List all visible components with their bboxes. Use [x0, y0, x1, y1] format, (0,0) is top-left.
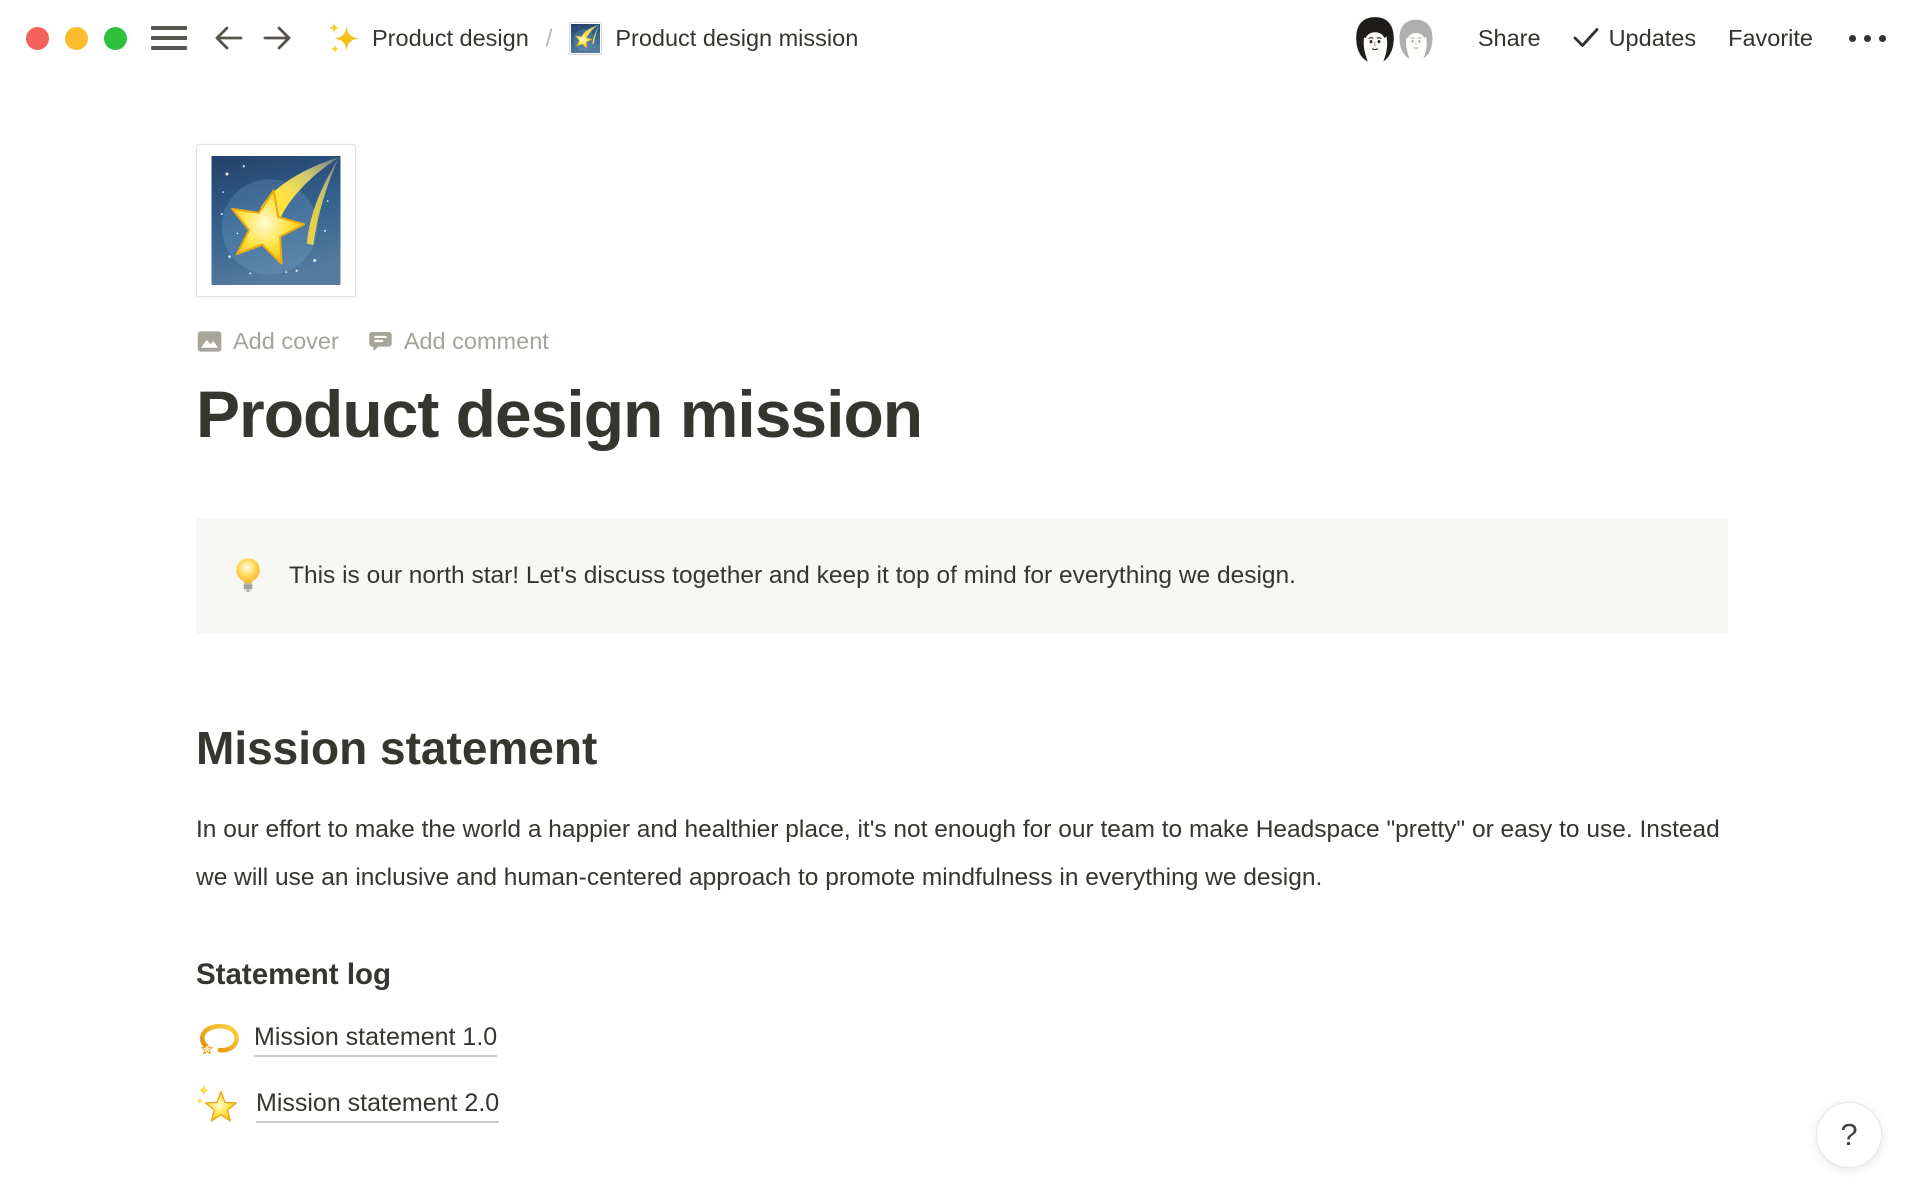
- page-link[interactable]: Mission statement 2.0: [256, 1089, 499, 1123]
- add-cover-button[interactable]: Add cover: [196, 328, 339, 355]
- page-meta-actions: Add cover Add comment: [196, 324, 1728, 358]
- statement-log-list: Mission statement 1.0 Mission statement …: [196, 1015, 1728, 1131]
- page-content: Add cover Add comment Product design mis…: [196, 144, 1728, 1131]
- checkmark-icon: [1573, 27, 1599, 49]
- mission-statement-heading[interactable]: Mission statement: [196, 720, 1728, 776]
- breadcrumb: Product design / Product design mission: [327, 20, 858, 57]
- light-bulb-icon: [234, 557, 262, 595]
- updates-button[interactable]: Updates: [1573, 25, 1697, 52]
- favorite-button[interactable]: Favorite: [1728, 25, 1813, 52]
- list-item: Mission statement 2.0: [196, 1081, 1728, 1131]
- page-title[interactable]: Product design mission: [196, 374, 1728, 454]
- close-window-button[interactable]: [26, 27, 49, 50]
- image-icon: [196, 328, 223, 355]
- breadcrumb-parent-link[interactable]: Product design: [372, 25, 529, 52]
- collaborator-avatars[interactable]: [1350, 12, 1444, 64]
- mission-statement-body[interactable]: In our effort to make the world a happie…: [196, 806, 1728, 901]
- breadcrumb-separator: /: [542, 25, 557, 52]
- page-link[interactable]: Mission statement 1.0: [254, 1023, 497, 1057]
- window-controls: [26, 27, 127, 50]
- glowing-star-emoji-icon: [196, 1083, 242, 1129]
- dizzy-emoji-icon: [196, 1017, 240, 1063]
- minimize-window-button[interactable]: [65, 27, 88, 50]
- callout-text: This is our north star! Let's discuss to…: [289, 562, 1296, 590]
- share-button[interactable]: Share: [1478, 25, 1541, 52]
- question-mark-icon: ?: [1840, 1117, 1857, 1153]
- back-arrow-icon[interactable]: [213, 24, 245, 52]
- help-button[interactable]: ?: [1816, 1102, 1882, 1168]
- avatar: [1350, 14, 1400, 64]
- forward-arrow-icon[interactable]: [261, 24, 293, 52]
- add-comment-button[interactable]: Add comment: [367, 328, 549, 355]
- speech-bubble-icon: [367, 328, 394, 355]
- callout-block[interactable]: This is our north star! Let's discuss to…: [196, 518, 1728, 634]
- shooting-star-icon: [569, 22, 602, 55]
- sparkles-icon: [327, 20, 359, 57]
- more-options-button[interactable]: [1849, 23, 1886, 53]
- window-title-bar: Product design / Product design mission …: [0, 0, 1920, 76]
- sidebar-menu-icon[interactable]: [151, 26, 187, 50]
- zoom-window-button[interactable]: [104, 27, 127, 50]
- breadcrumb-current-page[interactable]: Product design mission: [615, 25, 858, 52]
- page-icon-shooting-star[interactable]: [196, 144, 356, 297]
- list-item: Mission statement 1.0: [196, 1015, 1728, 1065]
- statement-log-heading[interactable]: Statement log: [196, 955, 1728, 995]
- avatar: [1394, 17, 1438, 61]
